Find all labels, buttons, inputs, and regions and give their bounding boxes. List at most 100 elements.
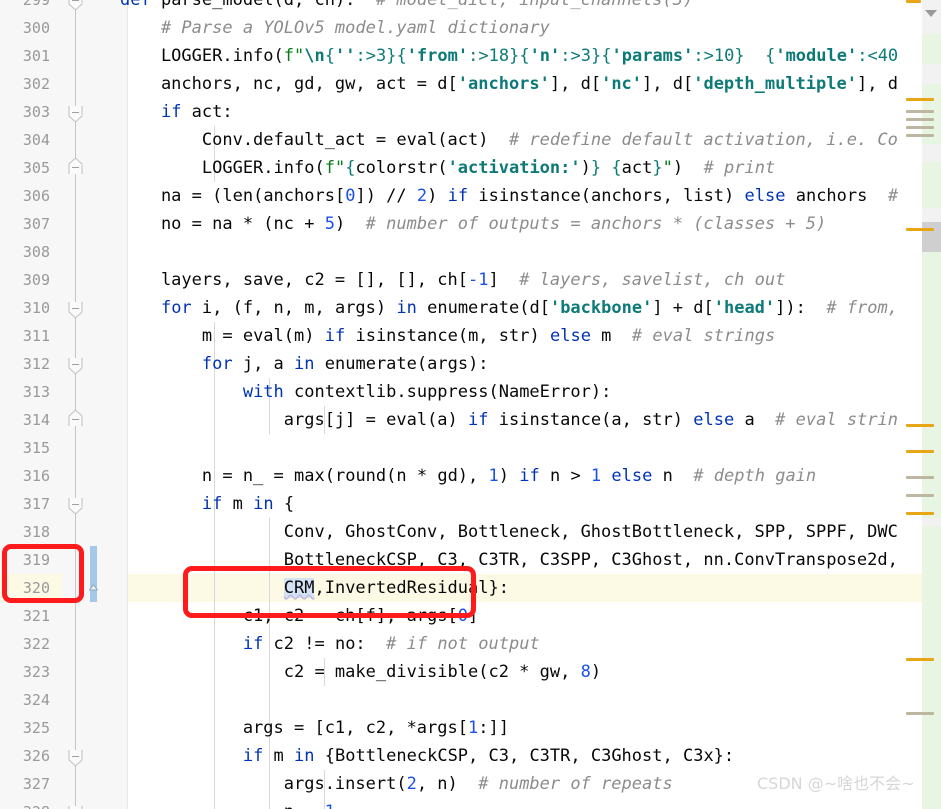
line-number[interactable]: 317 xyxy=(0,490,56,518)
vcs-change-marker[interactable] xyxy=(90,546,97,602)
line-number[interactable]: 309 xyxy=(0,266,56,294)
line-number[interactable]: 316 xyxy=(0,462,56,490)
code-line[interactable]: 309 layers, save, c2 = [], [], ch[-1] # … xyxy=(0,266,941,294)
fold-column[interactable] xyxy=(62,630,90,658)
fold-column[interactable] xyxy=(62,434,90,462)
code-text[interactable]: layers, save, c2 = [], [], ch[-1] # laye… xyxy=(120,266,785,294)
code-text[interactable]: if act: xyxy=(120,98,233,126)
fold-column[interactable] xyxy=(62,742,90,770)
fold-column[interactable] xyxy=(62,210,90,238)
stripe-marker[interactable] xyxy=(906,712,934,715)
fold-column[interactable] xyxy=(62,546,90,574)
change-marker-arrow-icon[interactable] xyxy=(88,578,99,591)
code-text[interactable]: LOGGER.info(f"{colorstr('activation:')} … xyxy=(120,154,775,182)
code-line[interactable]: 316 n = n_ = max(round(n * gd), 1) if n … xyxy=(0,462,941,490)
line-number[interactable]: 308 xyxy=(0,238,56,266)
code-text[interactable]: if m in {BottleneckCSP, C3, C3TR, C3Ghos… xyxy=(120,742,734,770)
fold-column[interactable] xyxy=(62,322,90,350)
line-number[interactable]: 323 xyxy=(0,658,56,686)
stripe-marker[interactable] xyxy=(906,126,934,129)
code-line[interactable]: 308 xyxy=(0,238,941,266)
code-text[interactable]: for i, (f, n, m, args) in enumerate(d['b… xyxy=(120,294,898,322)
line-number[interactable]: 306 xyxy=(0,182,56,210)
code-text[interactable]: Conv.default_act = eval(act) # redefine … xyxy=(120,126,898,154)
fold-collapse-icon[interactable] xyxy=(68,804,83,809)
code-line[interactable]: 302 anchors, nc, gd, gw, act = d['anchor… xyxy=(0,70,941,98)
code-line[interactable]: 322 if c2 != no: # if not output xyxy=(0,630,941,658)
fold-collapse-icon[interactable] xyxy=(68,356,83,375)
fold-column[interactable] xyxy=(62,294,90,322)
code-line[interactable]: 313 with contextlib.suppress(NameError): xyxy=(0,378,941,406)
fold-column[interactable] xyxy=(62,14,90,42)
stripe-marker[interactable] xyxy=(906,424,934,427)
fold-column[interactable] xyxy=(62,238,90,266)
fold-end-icon[interactable] xyxy=(68,156,83,174)
code-text[interactable]: if m in { xyxy=(120,490,294,518)
code-text[interactable]: CRM,InvertedResidual}: xyxy=(120,574,509,602)
fold-column[interactable] xyxy=(62,350,90,378)
fold-column[interactable] xyxy=(62,266,90,294)
code-text[interactable]: LOGGER.info(f"\n{'':>3}{'from':>18}{'n':… xyxy=(120,42,898,70)
fold-column[interactable] xyxy=(62,406,90,434)
fold-column[interactable] xyxy=(62,154,90,182)
line-number[interactable]: 321 xyxy=(0,602,56,630)
line-number[interactable]: 307 xyxy=(0,210,56,238)
code-line[interactable]: 311 m = eval(m) if isinstance(m, str) el… xyxy=(0,322,941,350)
line-number[interactable]: 324 xyxy=(0,686,56,714)
scrollbar-thumb[interactable] xyxy=(922,222,941,252)
stripe-marker[interactable] xyxy=(906,494,934,497)
line-number[interactable]: 311 xyxy=(0,322,56,350)
code-text[interactable]: c2 = make_divisible(c2 * gw, 8) xyxy=(120,658,601,686)
code-text[interactable]: if c2 != no: # if not output xyxy=(120,630,540,658)
fold-column[interactable] xyxy=(62,42,90,70)
fold-collapse-icon[interactable] xyxy=(68,300,83,319)
stripe-marker[interactable] xyxy=(906,450,934,453)
stripe-marker[interactable] xyxy=(906,110,934,113)
line-number[interactable]: 319 xyxy=(0,546,56,574)
stripe-marker[interactable] xyxy=(906,134,934,137)
fold-column[interactable] xyxy=(62,70,90,98)
line-number[interactable]: 300 xyxy=(0,14,56,42)
fold-collapse-icon[interactable] xyxy=(68,496,83,515)
fold-column[interactable] xyxy=(62,126,90,154)
fold-column[interactable] xyxy=(62,574,90,602)
code-text[interactable]: args = [c1, c2, *args[1:]] xyxy=(120,714,509,742)
line-number[interactable]: 301 xyxy=(0,42,56,70)
line-number[interactable]: 303 xyxy=(0,98,56,126)
fold-column[interactable] xyxy=(62,462,90,490)
fold-collapse-icon[interactable] xyxy=(68,748,83,767)
line-number[interactable]: 304 xyxy=(0,126,56,154)
fold-column[interactable] xyxy=(62,182,90,210)
code-line[interactable]: 305 LOGGER.info(f"{colorstr('activation:… xyxy=(0,154,941,182)
stripe-marker[interactable] xyxy=(906,512,934,515)
line-number[interactable]: 312 xyxy=(0,350,56,378)
code-line[interactable]: 325 args = [c1, c2, *args[1:]] xyxy=(0,714,941,742)
code-line[interactable]: 314 args[j] = eval(a) if isinstance(a, s… xyxy=(0,406,941,434)
code-line[interactable]: 326 if m in {BottleneckCSP, C3, C3TR, C3… xyxy=(0,742,941,770)
stripe-marker[interactable] xyxy=(906,98,934,101)
line-number[interactable]: 327 xyxy=(0,770,56,798)
fold-collapse-icon[interactable] xyxy=(68,0,83,11)
code-text[interactable]: anchors, nc, gd, gw, act = d['anchors'],… xyxy=(120,70,898,98)
line-number[interactable]: 325 xyxy=(0,714,56,742)
line-number[interactable]: 310 xyxy=(0,294,56,322)
stripe-marker[interactable] xyxy=(906,476,934,479)
code-line[interactable]: 303 if act: xyxy=(0,98,941,126)
chevron-down-icon[interactable] xyxy=(925,10,937,17)
code-line[interactable]: 328 n = 1 xyxy=(0,798,941,809)
code-line[interactable]: 304 Conv.default_act = eval(act) # redef… xyxy=(0,126,941,154)
fold-column[interactable] xyxy=(62,686,90,714)
stripe-marker[interactable] xyxy=(906,228,934,231)
code-line[interactable]: 301 LOGGER.info(f"\n{'':>3}{'from':>18}{… xyxy=(0,42,941,70)
line-number[interactable]: 299 xyxy=(0,0,56,14)
code-line[interactable]: 317 if m in { xyxy=(0,490,941,518)
code-line[interactable]: 306 na = (len(anchors[0]) // 2) if isins… xyxy=(0,182,941,210)
code-line[interactable]: 310 for i, (f, n, m, args) in enumerate(… xyxy=(0,294,941,322)
fold-column[interactable] xyxy=(62,490,90,518)
fold-end-icon[interactable] xyxy=(68,408,83,426)
line-number[interactable]: 318 xyxy=(0,518,56,546)
stripe-marker[interactable] xyxy=(906,118,934,121)
fold-column[interactable] xyxy=(62,518,90,546)
line-number[interactable]: 315 xyxy=(0,434,56,462)
code-line[interactable]: 318 Conv, GhostConv, Bottleneck, GhostBo… xyxy=(0,518,941,546)
